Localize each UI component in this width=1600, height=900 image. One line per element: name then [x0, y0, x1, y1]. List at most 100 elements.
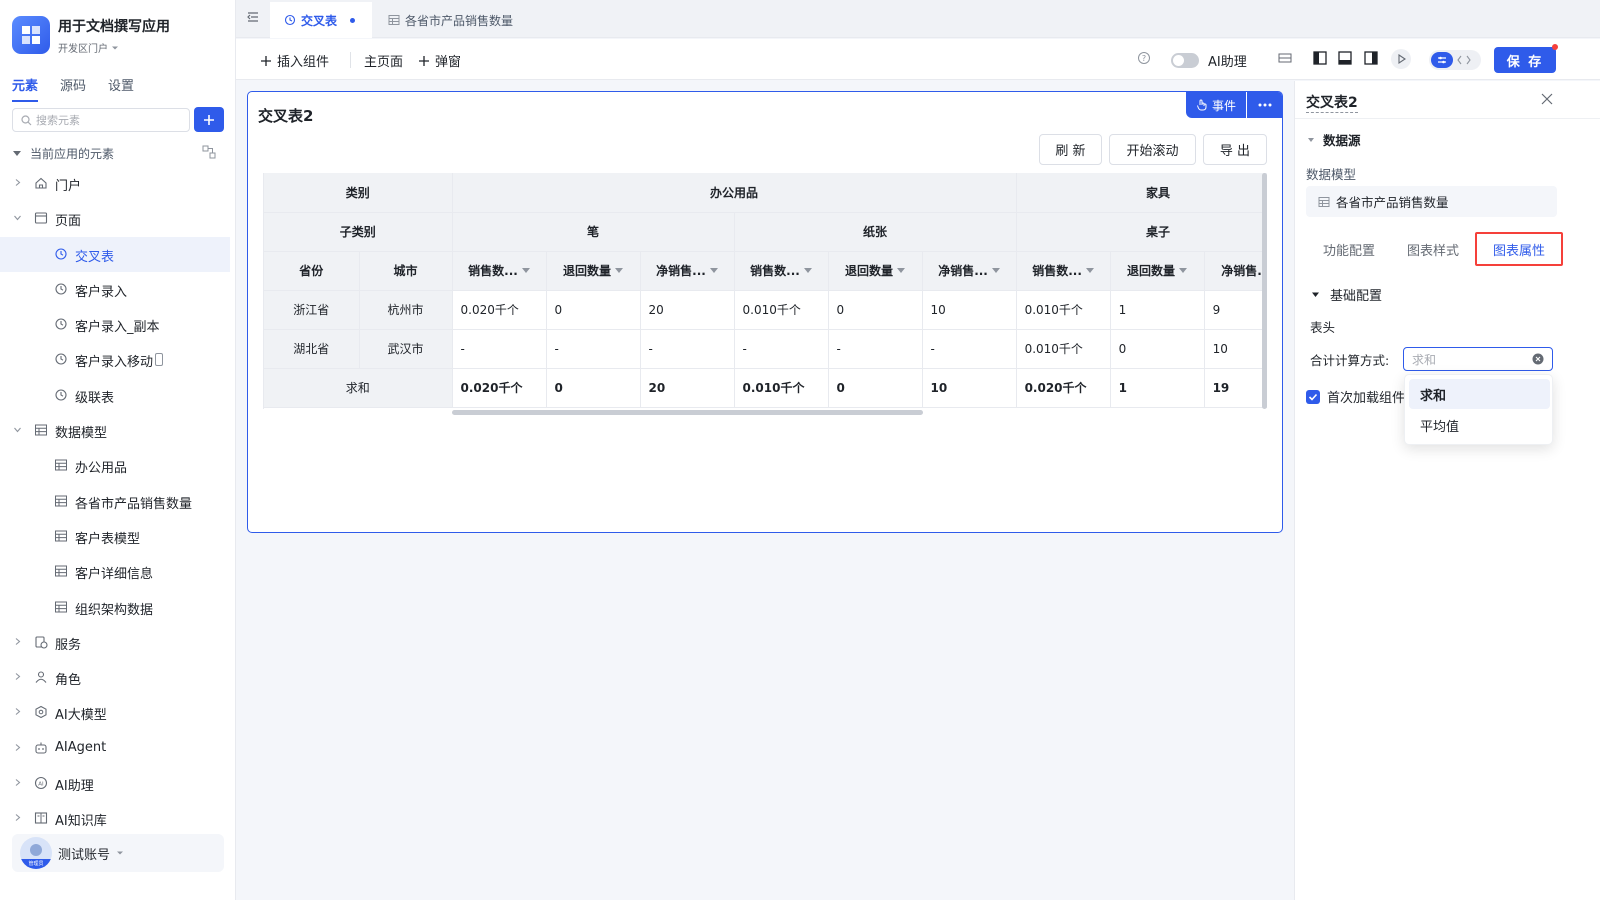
robot-icon — [35, 742, 47, 754]
sort-caret-icon — [803, 268, 812, 273]
chevron-right-icon[interactable] — [13, 813, 22, 822]
basic-config-header[interactable]: 基础配置 — [1311, 285, 1382, 304]
sidebar-item-6[interactable]: 级联表 — [0, 378, 236, 413]
option-average[interactable]: 平均值 — [1409, 410, 1550, 440]
chevron-right-icon[interactable] — [13, 743, 22, 752]
sidebar-item-12[interactable]: 组织架构数据 — [0, 590, 236, 625]
tab-elements[interactable]: 元素 — [12, 75, 39, 102]
help-icon[interactable]: ? — [1137, 51, 1151, 65]
portal-selector[interactable]: 开发区门户 — [58, 40, 170, 55]
chevron-down-icon[interactable] — [13, 213, 22, 222]
tab-function-config[interactable]: 功能配置 — [1307, 233, 1391, 266]
save-button[interactable]: 保 存 — [1494, 47, 1556, 73]
chevron-right-icon[interactable] — [13, 778, 22, 787]
main-page-button[interactable]: 主页面 — [364, 51, 403, 70]
clear-icon[interactable] — [1532, 353, 1544, 365]
sidebar-item-label: 组织架构数据 — [75, 602, 154, 618]
ai-assistant-toggle[interactable] — [1171, 53, 1199, 68]
tab-settings[interactable]: 设置 — [108, 75, 134, 102]
measure-header[interactable]: 净销售... — [922, 251, 1017, 291]
measure-header[interactable]: 净销售... — [1204, 251, 1267, 291]
chevron-right-icon[interactable] — [13, 672, 22, 681]
page-item-icon — [55, 283, 67, 295]
sidebar-item-15[interactable]: AI大模型 — [0, 695, 236, 730]
datasource-section-header[interactable]: 数据源 — [1307, 130, 1361, 149]
data-model-selector[interactable]: 各省市产品销售数量 — [1306, 186, 1557, 217]
sidebar-item-label: 门户 — [55, 179, 82, 194]
mobile-icon — [155, 353, 163, 367]
design-mode-icon[interactable] — [1431, 52, 1453, 68]
measure-header[interactable]: 退回数量 — [1110, 251, 1205, 291]
element-map-icon[interactable] — [202, 145, 216, 159]
right-panel-icon[interactable] — [1364, 51, 1378, 65]
add-element-button[interactable] — [194, 107, 224, 132]
checkbox-checked-icon[interactable] — [1306, 389, 1320, 404]
chevron-right-icon[interactable] — [13, 178, 22, 187]
collapse-sidebar-icon[interactable] — [246, 10, 260, 24]
event-button[interactable]: 事件 — [1186, 92, 1246, 118]
tab-chart-style[interactable]: 图表样式 — [1391, 233, 1475, 266]
sidebar-item-3[interactable]: 客户录入 — [0, 272, 236, 307]
measure-header-content: 销售数... — [468, 262, 530, 279]
sidebar-item-9[interactable]: 各省市产品销售数量 — [0, 484, 236, 519]
sidebar-item-7[interactable]: 数据模型 — [0, 413, 236, 448]
preview-button[interactable] — [1390, 48, 1412, 70]
vertical-scrollbar[interactable] — [1262, 173, 1267, 409]
start-scroll-button[interactable]: 开始滚动 — [1109, 134, 1196, 165]
header-row-category: 类别 办公用品 家具 — [264, 173, 1267, 213]
tab-source[interactable]: 源码 — [60, 75, 86, 102]
chevron-right-icon[interactable] — [13, 637, 22, 646]
value-cell: - — [734, 329, 829, 369]
popup-button[interactable]: 弹窗 — [418, 51, 461, 70]
measure-label: 退回数量 — [1127, 264, 1176, 278]
sidebar-item-16[interactable]: AIAgent — [0, 731, 236, 766]
close-icon[interactable] — [1541, 93, 1553, 105]
chevron-down-icon[interactable] — [13, 425, 22, 434]
layout-wide-icon[interactable] — [1278, 51, 1292, 65]
tab-pivot-page[interactable]: 交叉表 — [270, 2, 372, 38]
measure-header[interactable]: 销售数... — [734, 251, 829, 291]
pivot-table-widget[interactable]: 交叉表2 事件 刷 新 开始滚动 导 出 类别 办公用品 家具 子类别笔纸张 桌子 省份城… — [247, 91, 1283, 533]
measure-header[interactable]: 退回数量 — [546, 251, 641, 291]
code-mode-icon[interactable] — [1457, 54, 1471, 66]
search-input[interactable] — [36, 113, 176, 127]
sidebar-item-0[interactable]: 门户 — [0, 166, 236, 201]
design-code-switch[interactable] — [1429, 50, 1481, 70]
measure-header[interactable]: 销售数... — [452, 251, 547, 291]
sidebar-item-18[interactable]: AI知识库 — [0, 801, 236, 836]
sidebar-item-2[interactable]: 交叉表 — [0, 236, 230, 272]
left-panel-icon[interactable] — [1313, 51, 1327, 65]
more-icon[interactable] — [1247, 92, 1282, 118]
first-load-checkbox[interactable]: 首次加载组件 — [1306, 387, 1405, 406]
row-header-subcategory: 子类别 — [264, 212, 453, 252]
panel-title[interactable]: 交叉表2 — [1306, 92, 1358, 113]
measure-header-content: 销售数... — [750, 262, 812, 279]
sidebar-item-11[interactable]: 客户详细信息 — [0, 554, 236, 589]
sidebar-item-8[interactable]: 办公用品 — [0, 448, 236, 483]
sidebar-item-13[interactable]: 服务 — [0, 625, 236, 660]
sidebar-item-17[interactable]: AI AI助理 — [0, 766, 236, 801]
insert-component-button[interactable]: 插入组件 — [260, 51, 329, 70]
option-sum[interactable]: 求和 — [1409, 379, 1550, 409]
chevron-right-icon[interactable] — [13, 707, 22, 716]
measure-header[interactable]: 净销售... — [640, 251, 735, 291]
current-app-elements-header[interactable]: 当前应用的元素 — [12, 144, 224, 162]
sidebar-item-4[interactable]: 客户录入_副本 — [0, 307, 236, 342]
search-icon — [21, 114, 32, 125]
refresh-button[interactable]: 刷 新 — [1039, 134, 1102, 165]
tab-chart-properties[interactable]: 图表属性 — [1475, 232, 1563, 266]
horizontal-scrollbar[interactable] — [452, 410, 923, 415]
user-account[interactable]: 管理员 测试账号 — [12, 834, 224, 872]
sort-caret-icon — [991, 268, 1000, 273]
measure-header[interactable]: 退回数量 — [828, 251, 923, 291]
export-button[interactable]: 导 出 — [1203, 134, 1267, 165]
sidebar-item-10[interactable]: 客户表模型 — [0, 519, 236, 554]
sidebar-item-1[interactable]: 页面 — [0, 201, 236, 236]
total-calc-select[interactable]: 求和 — [1403, 347, 1553, 371]
tab-sales-model[interactable]: 各省市产品销售数量 — [374, 2, 527, 38]
sidebar-item-14[interactable]: 角色 — [0, 660, 236, 695]
bottom-panel-icon[interactable] — [1338, 51, 1352, 65]
data-model-label: 数据模型 — [1306, 167, 1357, 182]
sidebar-item-5[interactable]: 客户录入移动 — [0, 342, 236, 377]
measure-header[interactable]: 销售数... — [1016, 251, 1111, 291]
